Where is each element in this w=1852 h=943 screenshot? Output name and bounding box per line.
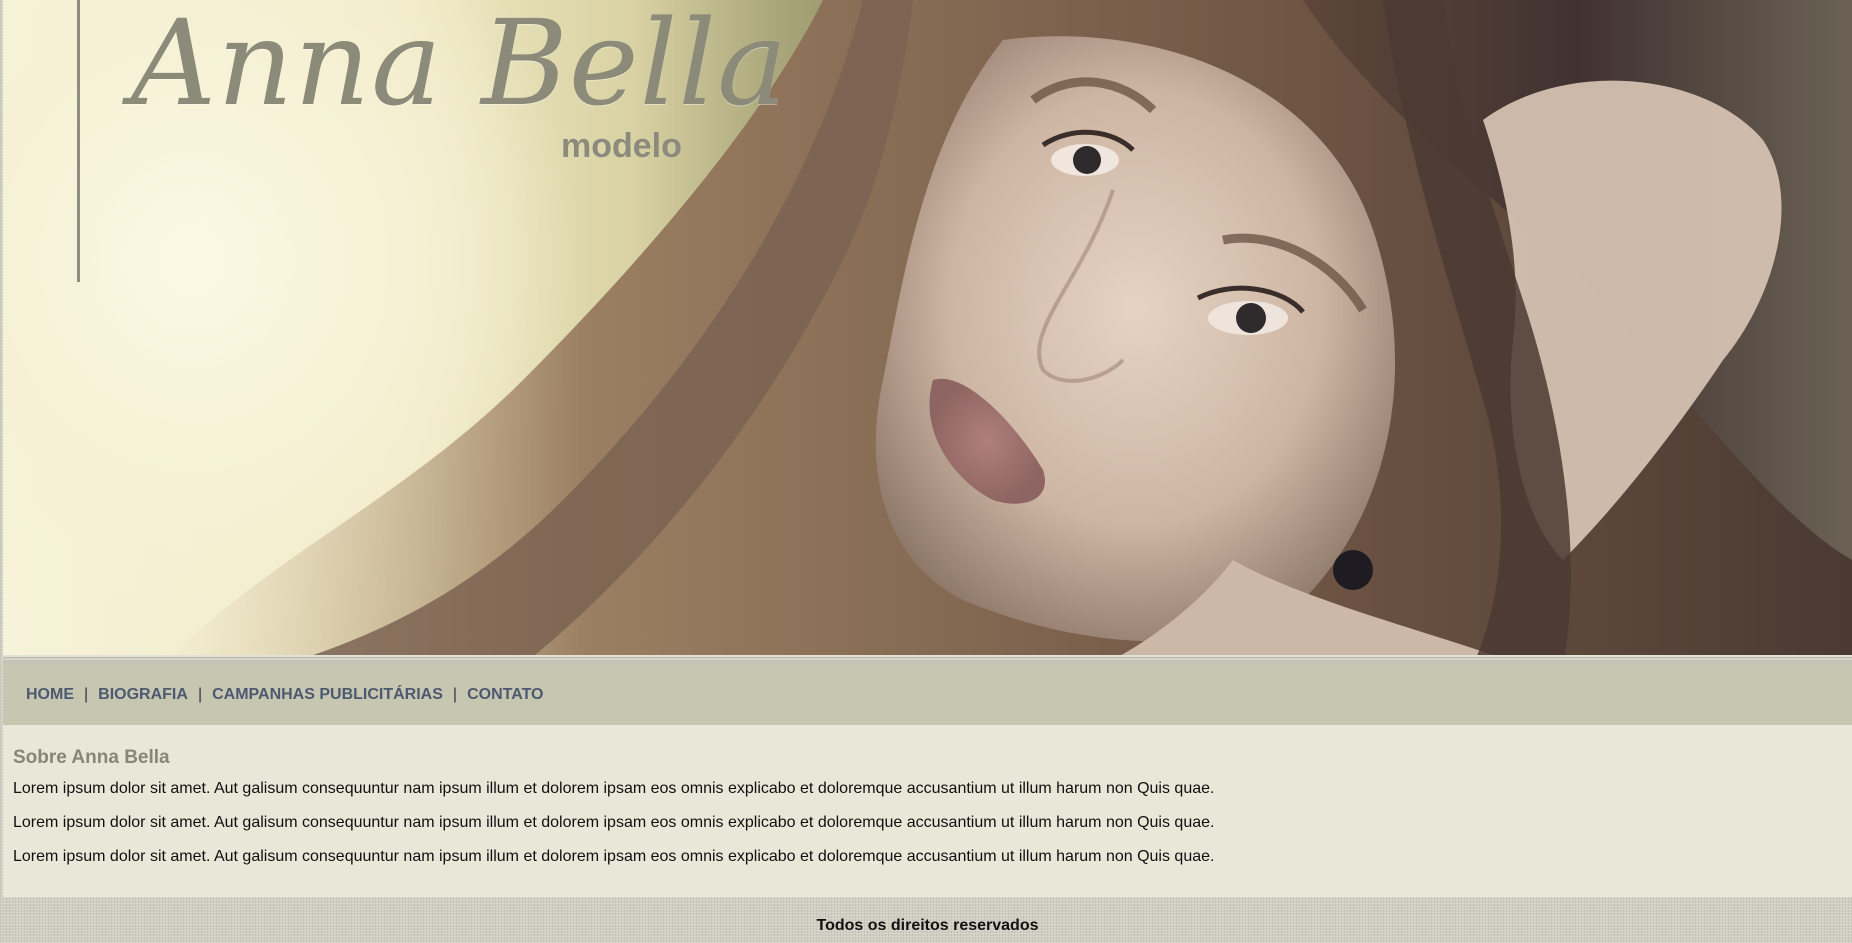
site-logo-script[interactable]: Anna Bella <box>131 0 788 132</box>
main-nav: HOME | BIOGRAFIA | CAMPANHAS PUBLICITÁRI… <box>3 665 1852 725</box>
footer: Todos os direitos reservados <box>3 897 1852 943</box>
hero-banner: Anna Bella modelo <box>3 0 1852 665</box>
nav-separator: | <box>84 686 89 703</box>
nav-item-biografia[interactable]: BIOGRAFIA <box>98 686 188 704</box>
copyright-text: Todos os direitos reservados <box>816 917 1039 934</box>
nav-item-campanhas[interactable]: CAMPANHAS PUBLICITÁRIAS <box>212 686 443 704</box>
nav-separator: | <box>197 686 203 703</box>
about-section: Sobre Anna Bella Lorem ipsum dolor sit a… <box>3 725 1852 897</box>
page: Anna Bella modelo HOME | BIOGRAFIA | CAM… <box>3 0 1852 934</box>
header-divider-line <box>77 0 80 282</box>
paragraph: Lorem ipsum dolor sit amet. Aut galisum … <box>13 848 1215 865</box>
hero-bottom-border <box>3 655 1852 665</box>
paragraph: Lorem ipsum dolor sit amet. Aut galisum … <box>13 780 1215 797</box>
site-logo-subtitle: modelo <box>561 127 682 165</box>
nav-item-contato[interactable]: CONTATO <box>467 686 543 704</box>
nav-item-home[interactable]: HOME <box>26 686 74 704</box>
section-title: Sobre Anna Bella <box>13 747 170 768</box>
nav-separator: | <box>452 686 458 703</box>
paragraph: Lorem ipsum dolor sit amet. Aut galisum … <box>13 814 1215 831</box>
